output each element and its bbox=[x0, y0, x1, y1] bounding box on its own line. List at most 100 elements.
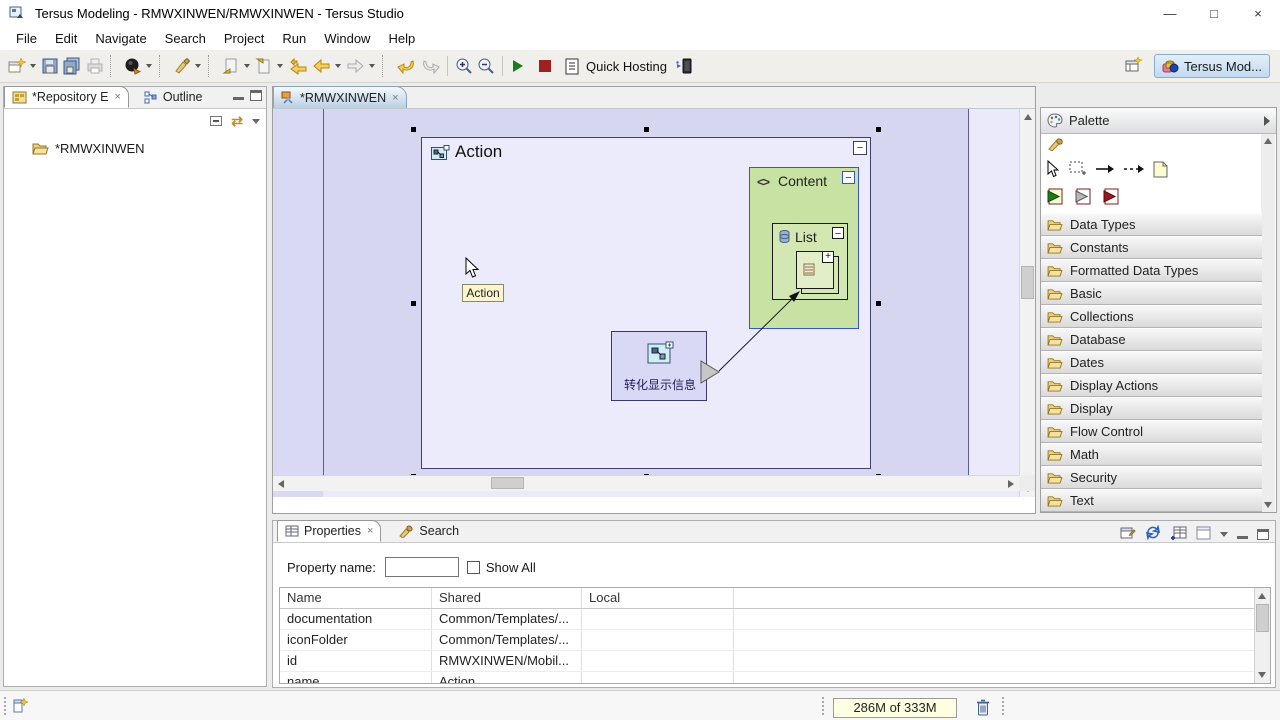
stop-button[interactable] bbox=[536, 54, 554, 78]
transform-action-box[interactable]: 转化显示信息 bbox=[611, 331, 707, 401]
tab-editor-rmwxinwen[interactable]: *RMWXINWEN × bbox=[273, 86, 407, 108]
palette-category-formatted-data-types[interactable]: Formatted Data Types bbox=[1041, 259, 1262, 282]
menu-file[interactable]: File bbox=[7, 31, 46, 46]
tab-properties[interactable]: Properties × bbox=[277, 520, 381, 542]
scroll-down-icon[interactable] bbox=[1258, 672, 1266, 678]
selection-handle[interactable] bbox=[411, 127, 416, 132]
selection-handle[interactable] bbox=[876, 301, 881, 306]
minimize-view-icon[interactable] bbox=[1237, 529, 1248, 539]
new-property-table-icon[interactable] bbox=[1170, 525, 1187, 543]
end-trigger-tool[interactable] bbox=[1103, 187, 1123, 209]
tab-outline[interactable]: Outline bbox=[137, 86, 210, 108]
run-button[interactable] bbox=[508, 54, 528, 78]
garbage-collect-button[interactable] bbox=[972, 697, 994, 718]
palette-category-constants[interactable]: Constants bbox=[1041, 236, 1262, 259]
palette-header[interactable]: Palette bbox=[1041, 108, 1276, 134]
palette-scroll-up-icon[interactable] bbox=[1264, 138, 1272, 144]
column-shared[interactable]: Shared bbox=[432, 588, 582, 608]
column-name[interactable]: Name bbox=[280, 588, 432, 608]
open-perspective-icon[interactable] bbox=[1125, 56, 1144, 77]
forward-dropdown[interactable] bbox=[369, 64, 375, 68]
palette-category-display[interactable]: Display bbox=[1041, 397, 1262, 420]
close-editor-icon[interactable]: × bbox=[392, 92, 398, 104]
close-tab-icon[interactable]: × bbox=[114, 91, 120, 103]
last-edit-location-button[interactable] bbox=[286, 54, 310, 78]
scroll-up-icon[interactable] bbox=[1024, 114, 1032, 120]
sync-icon[interactable] bbox=[1145, 525, 1161, 543]
flow-arrow-tool[interactable] bbox=[1095, 163, 1115, 178]
marker-dropdown[interactable] bbox=[195, 64, 201, 68]
menu-navigate[interactable]: Navigate bbox=[86, 31, 155, 46]
quick-hosting-label[interactable]: Quick Hosting bbox=[586, 59, 667, 74]
list-box[interactable]: List − Lis + bbox=[772, 223, 848, 300]
run-model-dropdown[interactable] bbox=[146, 64, 152, 68]
scroll-up-icon[interactable] bbox=[1258, 593, 1266, 599]
palette-category-security[interactable]: Security bbox=[1041, 466, 1262, 489]
show-all-checkbox[interactable] bbox=[467, 561, 480, 574]
palette-scroll-down-icon[interactable] bbox=[1264, 502, 1272, 508]
selection-handle[interactable] bbox=[876, 127, 881, 132]
fast-view-icon[interactable] bbox=[12, 696, 30, 717]
view-menu-icon[interactable] bbox=[252, 119, 260, 124]
column-local[interactable]: Local bbox=[582, 588, 734, 608]
save-all-button[interactable] bbox=[61, 54, 84, 78]
select-tool[interactable] bbox=[1047, 160, 1061, 181]
collapse-action-icon[interactable]: − bbox=[853, 141, 867, 155]
zoom-in-button[interactable] bbox=[453, 54, 475, 78]
tab-search[interactable]: Search bbox=[391, 520, 466, 542]
pin-editor-icon[interactable] bbox=[1120, 525, 1136, 543]
blank-window-icon[interactable] bbox=[1196, 526, 1211, 543]
menu-edit[interactable]: Edit bbox=[46, 31, 86, 46]
undo-button[interactable] bbox=[394, 54, 418, 78]
menu-project[interactable]: Project bbox=[215, 31, 273, 46]
minimize-view-icon[interactable] bbox=[233, 90, 244, 100]
editor-vertical-scrollbar[interactable] bbox=[1019, 109, 1035, 497]
collapse-all-icon[interactable] bbox=[210, 116, 222, 126]
deploy-icon[interactable] bbox=[673, 54, 695, 78]
maximize-view-icon[interactable] bbox=[250, 90, 262, 101]
selection-handle[interactable] bbox=[411, 301, 416, 306]
content-display-box[interactable]: <> Content − List − Lis bbox=[749, 167, 859, 329]
maximize-view-icon[interactable] bbox=[1257, 529, 1269, 540]
close-tab-icon[interactable]: × bbox=[367, 525, 373, 537]
new-wizard-button[interactable] bbox=[6, 54, 28, 78]
diagram-canvas[interactable]: Action − <> Content − List − bbox=[273, 109, 1019, 497]
tree-item-rmwxinwen[interactable]: *RMWXINWEN bbox=[32, 141, 266, 156]
note-tool[interactable] bbox=[1153, 161, 1168, 181]
palette-pin-icon[interactable] bbox=[1264, 116, 1270, 126]
table-row[interactable]: documentation Common/Templates/... bbox=[280, 609, 1270, 630]
palette-category-basic[interactable]: Basic bbox=[1041, 282, 1262, 305]
scroll-right-icon[interactable] bbox=[1008, 480, 1014, 488]
prev-annotation-dropdown[interactable] bbox=[277, 64, 283, 68]
scroll-left-icon[interactable] bbox=[278, 480, 284, 488]
tab-repository-explorer[interactable]: *Repository E × bbox=[4, 86, 129, 108]
selection-handle[interactable] bbox=[644, 127, 649, 132]
vscroll-thumb[interactable] bbox=[1021, 266, 1034, 299]
table-row[interactable]: iconFolder Common/Templates/... bbox=[280, 630, 1270, 651]
table-scrollbar[interactable] bbox=[1254, 588, 1270, 683]
refresh-icon[interactable]: ⇄ bbox=[231, 115, 243, 127]
redo-button[interactable] bbox=[418, 54, 442, 78]
minimize-button[interactable]: — bbox=[1148, 0, 1192, 26]
palette-category-math[interactable]: Math bbox=[1041, 443, 1262, 466]
close-button[interactable]: × bbox=[1236, 0, 1280, 26]
save-button[interactable] bbox=[39, 54, 61, 78]
table-scroll-thumb[interactable] bbox=[1256, 604, 1269, 632]
list-data-element[interactable]: + bbox=[796, 251, 834, 289]
menu-run[interactable]: Run bbox=[273, 31, 315, 46]
print-button[interactable] bbox=[84, 54, 106, 78]
palette-category-display-actions[interactable]: Display Actions bbox=[1041, 374, 1262, 397]
dashed-arrow-tool[interactable] bbox=[1123, 163, 1145, 178]
palette-category-flow-control[interactable]: Flow Control bbox=[1041, 420, 1262, 443]
palette-category-dates[interactable]: Dates bbox=[1041, 351, 1262, 374]
start-trigger-tool[interactable] bbox=[1047, 187, 1067, 209]
intermediate-trigger-tool[interactable] bbox=[1075, 187, 1095, 209]
collapse-content-icon[interactable]: − bbox=[842, 171, 855, 184]
next-annotation-dropdown[interactable] bbox=[244, 64, 250, 68]
expand-element-icon[interactable]: + bbox=[822, 251, 834, 263]
palette-category-database[interactable]: Database bbox=[1041, 328, 1262, 351]
forward-button[interactable] bbox=[344, 54, 367, 78]
back-dropdown[interactable] bbox=[335, 64, 341, 68]
menu-window[interactable]: Window bbox=[315, 31, 379, 46]
table-row[interactable]: id RMWXINWEN/Mobil... bbox=[280, 651, 1270, 672]
